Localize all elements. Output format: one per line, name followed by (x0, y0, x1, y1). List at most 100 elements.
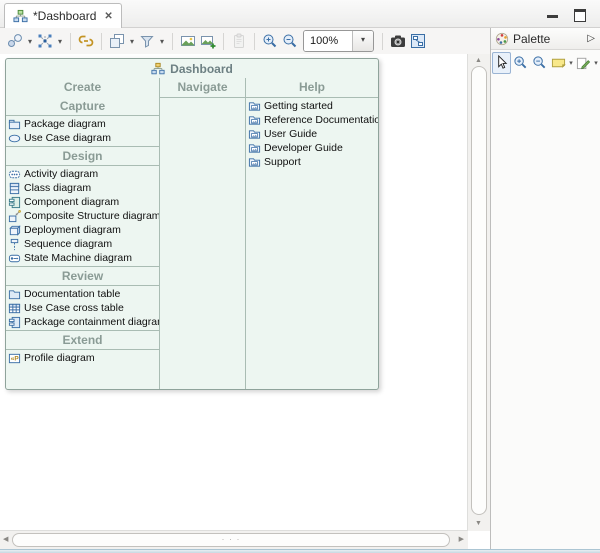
dashboard-item[interactable]: Documentation table (6, 287, 159, 301)
section-items: «PProfile diagram (6, 350, 159, 366)
dashboard-item[interactable]: State Machine diagram (6, 251, 159, 265)
diagram-nodes-button-dropdown-icon[interactable]: ▾ (25, 37, 35, 46)
dashboard-item[interactable]: Getting started (246, 99, 378, 113)
toolbar-separator (101, 33, 102, 50)
column-header-create: Create (6, 78, 159, 97)
scroll-down-icon[interactable]: ▼ (475, 520, 482, 527)
main-toolbar: ▾▾▾▾100%▾ (0, 28, 495, 54)
dashboard-title-text: Dashboard (170, 62, 233, 76)
dashboard-item[interactable]: Component diagram (6, 195, 159, 209)
package-icon (8, 118, 21, 131)
snapshot-button[interactable] (388, 30, 408, 52)
dashboard-column-help: HelpGetting startedReference Documentati… (245, 78, 378, 389)
section-items: Package diagramUse Case diagram (6, 116, 159, 147)
dashboard-item[interactable]: Activity diagram (6, 167, 159, 181)
dashboard-item[interactable]: Reference Documentation (246, 113, 378, 127)
note-icon (551, 55, 566, 70)
section-header-extend: Extend (6, 331, 159, 350)
horizontal-scrollbar-thumb[interactable] (12, 533, 450, 547)
dashboard-item-label: State Machine diagram (24, 252, 132, 264)
dashboard-item[interactable]: Composite Structure diagram (6, 209, 159, 223)
section-items: Getting startedReference DocumentationUs… (246, 98, 378, 170)
tab-dashboard[interactable]: *Dashboard ✕ (4, 3, 122, 28)
dashboard-item-label: Package diagram (24, 118, 106, 130)
dashboard-item-label: Developer Guide (264, 142, 343, 154)
dashboard-item[interactable]: Support (246, 155, 378, 169)
filters-button[interactable] (137, 30, 157, 52)
scroll-left-icon[interactable]: ◀ (3, 536, 8, 543)
component-icon (8, 196, 21, 209)
palette-panel: Palette ▷ ▾▾ (490, 28, 600, 549)
dashboard-item-label: Class diagram (24, 182, 91, 194)
copy-appearance-button[interactable] (107, 30, 127, 52)
dashboard-item-label: Composite Structure diagram (24, 210, 159, 222)
statemachine-icon (8, 252, 21, 265)
dashboard-item[interactable]: Sequence diagram (6, 237, 159, 251)
funnel-icon (139, 33, 155, 49)
arrange-layout-button-dropdown-icon[interactable]: ▾ (55, 37, 65, 46)
palette-toolbar: ▾▾ (491, 50, 600, 75)
scroll-right-icon[interactable]: ▶ (459, 536, 464, 543)
palette-zoom-out-tool[interactable] (530, 52, 549, 74)
tab-bar: *Dashboard ✕ (0, 0, 600, 28)
dashboard-item[interactable]: User Guide (246, 127, 378, 141)
annotation-edit-tool-dropdown-icon[interactable]: ▾ (593, 59, 599, 67)
zoom-combo-dropdown-icon[interactable]: ▾ (352, 31, 373, 51)
dashboard-item-label: Use Case cross table (24, 302, 124, 314)
dashboard-item[interactable]: Deployment diagram (6, 223, 159, 237)
dashboard-column-navigate: Navigate (159, 78, 245, 389)
window-bottom-edge (0, 549, 600, 553)
dashboard-item[interactable]: Developer Guide (246, 141, 378, 155)
activity-icon (8, 168, 21, 181)
link-with-model-button[interactable] (76, 30, 96, 52)
deployment-icon (8, 224, 21, 237)
zoom-out-button[interactable] (280, 30, 300, 52)
zoom-in-button[interactable] (260, 30, 280, 52)
paste-button[interactable] (229, 30, 249, 52)
dashboard-item[interactable]: «PProfile diagram (6, 351, 159, 365)
nodes-icon (7, 33, 23, 49)
vertical-scrollbar-thumb[interactable] (471, 66, 487, 515)
helpfolder-icon (248, 114, 261, 127)
filters-button-dropdown-icon[interactable]: ▾ (157, 37, 167, 46)
dashboard-item-label: Deployment diagram (24, 224, 121, 236)
palette-header[interactable]: Palette ▷ (491, 28, 600, 50)
diagram-nodes-button[interactable] (5, 30, 25, 52)
scroll-up-icon[interactable]: ▲ (475, 57, 482, 64)
tab-close-icon[interactable]: ✕ (104, 11, 112, 22)
vertical-scrollbar[interactable]: ▲ ▼ (467, 54, 490, 531)
copy-appearance-button-dropdown-icon[interactable]: ▾ (127, 37, 137, 46)
dashboard-item[interactable]: Class diagram (6, 181, 159, 195)
dashboard-item[interactable]: Use Case cross table (6, 301, 159, 315)
dashboard-item[interactable]: Package diagram (6, 117, 159, 131)
arrange-layout-button[interactable] (35, 30, 55, 52)
palette-expand-icon[interactable]: ▷ (587, 33, 596, 44)
toolbar-separator (254, 33, 255, 50)
minimize-icon[interactable] (547, 12, 558, 22)
diagram-view-icon (410, 33, 426, 49)
add-image-button[interactable] (198, 30, 218, 52)
export-image-button[interactable] (178, 30, 198, 52)
dashboard-item[interactable]: Package containment diagram (6, 315, 159, 329)
dashboard-item-label: Reference Documentation (264, 114, 378, 126)
diagram-view-button[interactable] (408, 30, 428, 52)
toolbar-separator (223, 33, 224, 50)
zoom-level-value: 100% (304, 31, 352, 51)
note-tool[interactable] (549, 52, 568, 74)
folder-icon (8, 288, 21, 301)
column-header-navigate: Navigate (160, 78, 245, 98)
editor-canvas[interactable]: Dashboard CreateCapturePackage diagramUs… (0, 54, 490, 549)
palette-zoom-in-tool[interactable] (511, 52, 530, 74)
zoom-out-icon (532, 55, 547, 70)
section-items: Documentation tableUse Case cross tableP… (6, 286, 159, 331)
select-tool[interactable] (492, 52, 511, 74)
horizontal-scrollbar[interactable]: ◀ ▶ (0, 530, 468, 549)
dashboard-item[interactable]: Use Case diagram (6, 131, 159, 145)
maximize-icon[interactable] (574, 9, 586, 22)
dashboard-panel: Dashboard CreateCapturePackage diagramUs… (5, 58, 379, 390)
containment-icon (8, 316, 21, 329)
palette-title: Palette (513, 32, 550, 46)
annotation-edit-tool[interactable] (574, 52, 593, 74)
sync-gold-icon (78, 33, 94, 49)
zoom-level-combo[interactable]: 100%▾ (303, 30, 374, 52)
